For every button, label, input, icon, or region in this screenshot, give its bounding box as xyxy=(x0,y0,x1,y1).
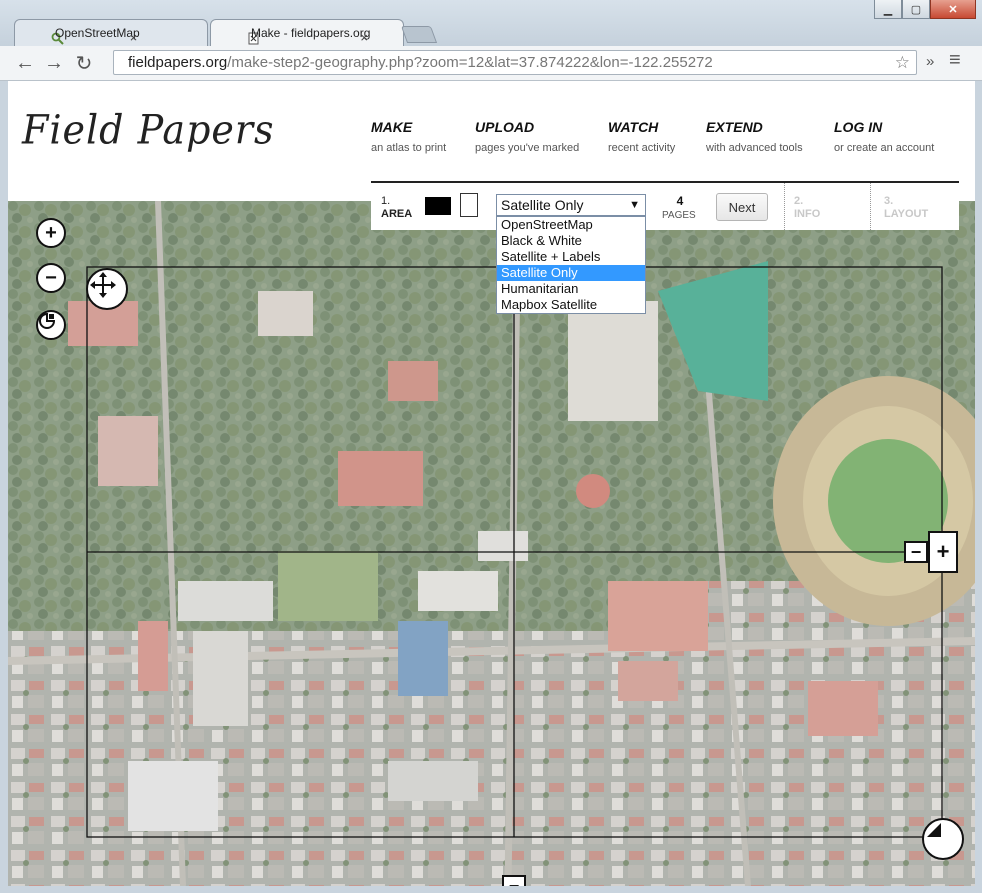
satellite-imagery xyxy=(8,201,975,886)
minimize-icon[interactable]: ▁ xyxy=(874,0,902,19)
make-steps-bar: 1. AREA Satellite Only ▼ OpenStreetMap B… xyxy=(371,183,959,314)
close-tab-icon[interactable]: × xyxy=(360,30,368,45)
site-logo[interactable]: Field Papers xyxy=(22,107,275,153)
nav-extend-subtitle: with advanced tools xyxy=(706,142,803,154)
window-controls: ▁ ▢ ✕ xyxy=(874,0,976,19)
nav-make-subtitle: an atlas to print xyxy=(371,142,447,154)
portrait-orientation-button[interactable] xyxy=(460,193,478,217)
nav-login[interactable]: LOG IN or create an account xyxy=(834,119,934,154)
nav-login-title: LOG IN xyxy=(834,119,883,135)
step-info: 2. INFO xyxy=(794,195,820,221)
step-area-number: 1. xyxy=(381,195,391,207)
menu-icon[interactable]: ≡ xyxy=(949,49,961,72)
nav-watch-subtitle: recent activity xyxy=(608,142,676,154)
remove-column-button[interactable]: − xyxy=(904,541,928,563)
nav-upload-subtitle: pages you've marked xyxy=(475,142,580,154)
add-column-button[interactable]: + xyxy=(928,531,958,573)
tab-title: Make - fieldpapers.org xyxy=(251,25,371,40)
nav-extend[interactable]: EXTEND with advanced tools xyxy=(706,119,803,154)
close-window-icon[interactable]: ✕ xyxy=(930,0,976,19)
forward-icon[interactable]: → xyxy=(43,52,65,74)
orientation-icon xyxy=(39,312,56,329)
resize-corner-icon xyxy=(927,823,941,837)
layer-option-satellite-only[interactable]: Satellite Only xyxy=(497,265,645,281)
address-bar[interactable]: fieldpapers.org/make-step2-geography.php… xyxy=(113,50,917,75)
nav-login-subtitle: or create an account xyxy=(834,142,935,154)
step-info-number: 2. xyxy=(794,195,804,207)
page-count: 4 PAGES xyxy=(662,194,696,221)
orientation-toggle-button[interactable] xyxy=(36,310,66,340)
extensions-overflow-icon[interactable]: » xyxy=(926,53,934,70)
bookmark-star-icon[interactable]: ☆ xyxy=(895,53,910,73)
close-tab-icon[interactable]: × xyxy=(130,30,138,45)
title-bar: OpenStreetMap × Make - fieldpapers.org ×… xyxy=(0,0,982,46)
step-layout: 3. LAYOUT xyxy=(884,195,928,221)
layer-option-humanitarian[interactable]: Humanitarian xyxy=(497,281,645,297)
step-area-label: AREA xyxy=(381,208,413,220)
url-path: /make-step2-geography.php?zoom=12&lat=37… xyxy=(227,54,713,71)
step-area: 1. AREA xyxy=(381,195,412,221)
nav-upload[interactable]: UPLOAD pages you've marked xyxy=(475,119,579,154)
back-icon[interactable]: ← xyxy=(14,52,36,74)
tab-title: OpenStreetMap xyxy=(55,25,140,40)
nav-watch[interactable]: WATCH recent activity xyxy=(608,119,675,154)
pan-move-button[interactable] xyxy=(86,268,128,310)
move-arrows-icon xyxy=(90,272,116,298)
satellite-map[interactable]: + − − + − + xyxy=(8,201,975,886)
layer-option-openstreetmap[interactable]: OpenStreetMap xyxy=(497,217,645,233)
map-layer-dropdown: OpenStreetMap Black & White Satellite + … xyxy=(496,216,646,314)
step-info-label: INFO xyxy=(794,208,821,220)
landscape-orientation-button[interactable] xyxy=(425,197,451,215)
zoom-out-button[interactable]: − xyxy=(36,263,66,293)
nav-upload-title: UPLOAD xyxy=(475,119,535,135)
next-button[interactable]: Next xyxy=(716,193,768,221)
page-count-label: PAGES xyxy=(662,210,696,221)
tab-make-fieldpapers[interactable]: Make - fieldpapers.org × xyxy=(210,19,404,46)
maximize-icon[interactable]: ▢ xyxy=(902,0,930,19)
layer-option-black-white[interactable]: Black & White xyxy=(497,233,645,249)
step-separator xyxy=(784,183,785,230)
step-layout-label: LAYOUT xyxy=(884,208,929,220)
nav-watch-title: WATCH xyxy=(608,119,659,135)
step-layout-number: 3. xyxy=(884,195,894,207)
tab-openstreetmap[interactable]: OpenStreetMap × xyxy=(14,19,208,46)
nav-extend-title: EXTEND xyxy=(706,119,763,135)
nav-make-title: MAKE xyxy=(371,119,413,135)
zoom-in-button[interactable]: + xyxy=(36,218,66,248)
new-tab-button[interactable] xyxy=(400,26,438,43)
step-separator xyxy=(870,183,871,230)
browser-toolbar: ← → ↻ fieldpapers.org/make-step2-geograp… xyxy=(0,46,982,81)
map-layer-selected: Satellite Only xyxy=(501,197,584,213)
remove-row-button[interactable]: − xyxy=(502,875,526,886)
layer-option-satellite-labels[interactable]: Satellite + Labels xyxy=(497,249,645,265)
web-page: + − − + − + Field Papers MAKE an atlas t… xyxy=(8,81,975,886)
resize-handle[interactable] xyxy=(922,818,964,860)
nav-make[interactable]: MAKE an atlas to print xyxy=(371,119,446,154)
layer-option-mapbox-satellite[interactable]: Mapbox Satellite xyxy=(497,297,645,313)
reload-icon[interactable]: ↻ xyxy=(73,52,95,75)
url-host: fieldpapers.org xyxy=(128,54,228,71)
dropdown-arrow-icon: ▼ xyxy=(629,199,640,211)
page-count-number: 4 xyxy=(676,194,684,208)
map-layer-select[interactable]: Satellite Only ▼ xyxy=(496,194,646,216)
